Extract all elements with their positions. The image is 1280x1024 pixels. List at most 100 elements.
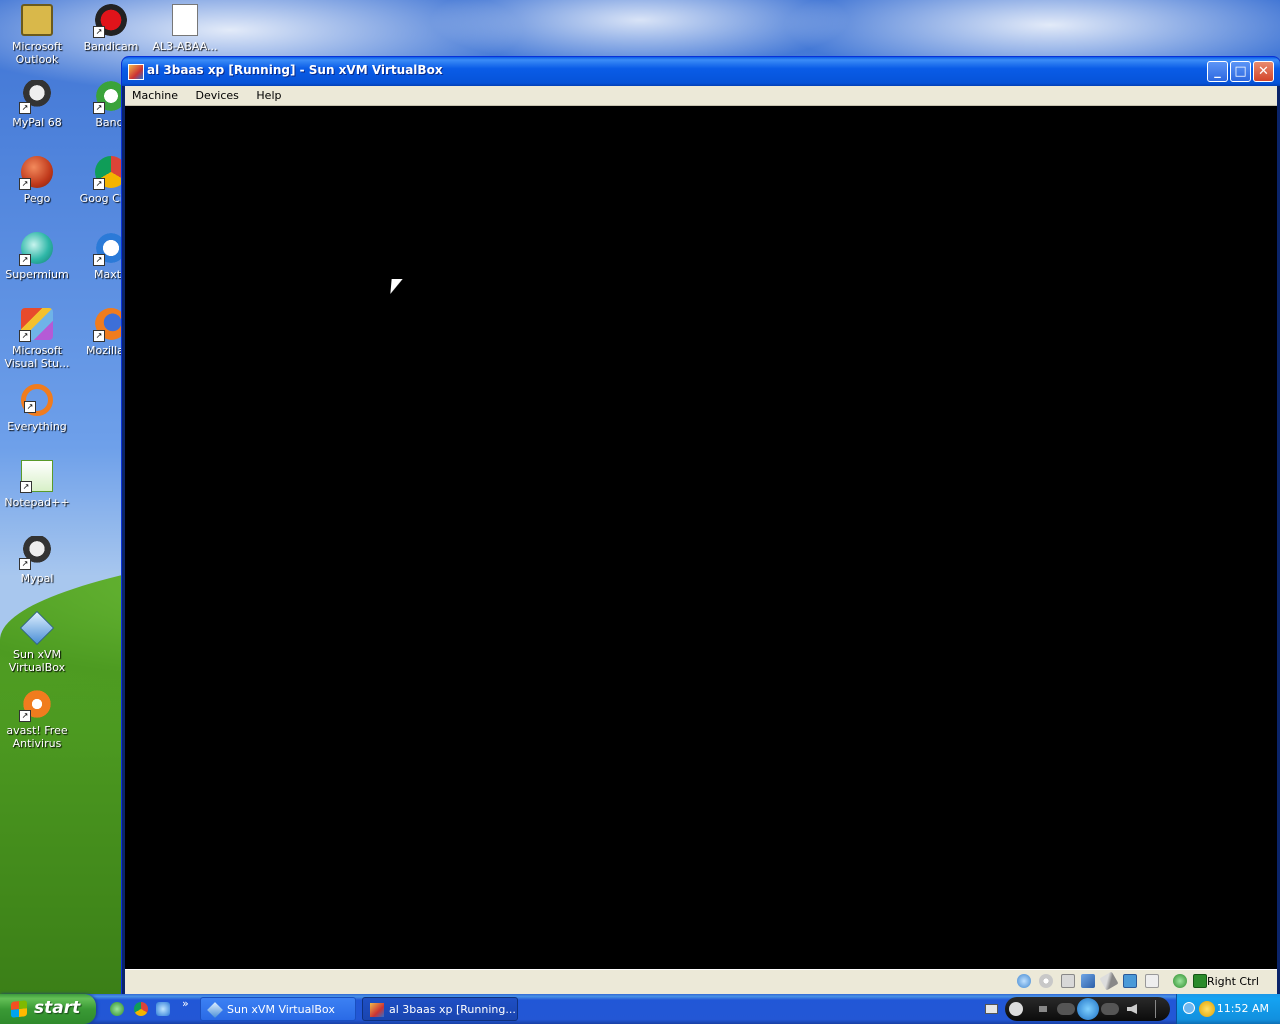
cd-dvd-icon[interactable] [1039, 974, 1053, 988]
host-key-label: Right Ctrl [1206, 975, 1259, 988]
status-bar: Right Ctrl [125, 969, 1277, 994]
desktop-icon-notepadpp[interactable]: ↗ Notepad++ [0, 460, 74, 509]
desktop-icon-mypal[interactable]: ↗ Mypal [0, 536, 74, 585]
minimize-button[interactable]: _ [1207, 61, 1228, 82]
display-icon[interactable] [1145, 974, 1159, 988]
shortcut-arrow-icon: ↗ [93, 102, 105, 114]
show-desktop-icon[interactable] [110, 1002, 124, 1016]
menu-bar: Machine Devices Help [125, 86, 1277, 106]
stop-icon[interactable] [1039, 1006, 1047, 1012]
close-button[interactable]: ✕ [1253, 61, 1274, 82]
virtualbox-vm-icon [128, 64, 144, 80]
media-menu-icon[interactable] [1155, 1000, 1164, 1018]
network-icon[interactable] [1081, 974, 1095, 988]
outlook-icon [21, 4, 53, 36]
shortcut-arrow-icon: ↗ [19, 102, 31, 114]
desktop-icon-label: MyPal 68 [12, 116, 62, 129]
previous-icon[interactable] [1057, 1003, 1075, 1015]
shortcut-arrow-icon: ↗ [19, 254, 31, 266]
desktop-icon-label: Bandicam [83, 40, 139, 53]
desktop-icon-label: Pego [23, 192, 51, 205]
shortcut-arrow-icon: ↗ [93, 330, 105, 342]
window-title: al 3baas xp [Running] - Sun xVM VirtualB… [147, 63, 443, 77]
usb-icon[interactable] [1099, 971, 1119, 991]
desktop-icon-supermium[interactable]: ↗ Supermium [0, 232, 74, 281]
avast-icon: ↗ [19, 688, 53, 722]
desktop-icon-label: Sun xVM VirtualBox [8, 648, 66, 674]
system-tray: 11:52 AM [1176, 994, 1280, 1024]
keyboard-language-icon[interactable] [985, 1004, 998, 1014]
desktop-icon-bandicam[interactable]: ↗ Bandicam [74, 4, 148, 53]
start-label: start [34, 998, 81, 1018]
media-player-toolbar [1005, 997, 1170, 1021]
shortcut-arrow-icon: ↗ [93, 254, 105, 266]
tray-app-icon[interactable] [1199, 1001, 1215, 1017]
desktop-icon-outlook[interactable]: Microsoft Outlook [0, 4, 74, 66]
tray-expand-icon[interactable] [1183, 1002, 1195, 1014]
mypal-icon: ↗ [19, 536, 53, 570]
windows-logo-icon [11, 1000, 27, 1018]
floppy-icon[interactable] [1061, 974, 1075, 988]
vm-running-icon [370, 1003, 384, 1017]
mouse-cursor-icon [390, 279, 403, 294]
task-label: al 3baas xp [Running... [389, 1003, 516, 1016]
shortcut-arrow-icon: ↗ [19, 710, 31, 722]
window-titlebar[interactable]: al 3baas xp [Running] - Sun xVM VirtualB… [122, 57, 1280, 86]
desktop-icon-avast[interactable]: ↗ avast! Free Antivirus [0, 688, 74, 750]
shortcut-arrow-icon: ↗ [20, 481, 32, 493]
chrome-quicklaunch-icon[interactable] [134, 1002, 148, 1016]
desktop-icon-label: Mypal [20, 572, 54, 585]
menu-machine[interactable]: Machine [125, 86, 185, 102]
taskbar: start » Sun xVM VirtualBox al 3baas xp [… [0, 994, 1280, 1024]
quicklaunch-overflow-chevron[interactable]: » [182, 997, 189, 1010]
clock[interactable]: 11:52 AM [1217, 1002, 1269, 1015]
mouse-integration-icon[interactable] [1173, 974, 1187, 988]
vm-display[interactable] [125, 106, 1277, 969]
media-restore-icon[interactable] [1009, 1002, 1023, 1016]
desktop-icon-label: Microsoft Outlook [11, 40, 63, 66]
desktop-icon-visual-studio[interactable]: ↗ Microsoft Visual Stu... [0, 308, 74, 370]
maximize-button[interactable]: □ [1230, 61, 1251, 82]
virtualbox-icon [20, 611, 54, 645]
desktop-icon-label: Notepad++ [4, 496, 70, 509]
desktop-icon-virtualbox[interactable]: Sun xVM VirtualBox [0, 611, 74, 674]
ie-quicklaunch-icon[interactable] [156, 1002, 170, 1016]
desktop-icon-label: Supermium [5, 268, 69, 281]
desktop-icon-label: Everything [7, 420, 67, 433]
hard-disk-icon[interactable] [1017, 974, 1031, 988]
volume-icon[interactable] [1127, 1004, 1137, 1014]
menu-devices[interactable]: Devices [189, 86, 246, 102]
everything-icon: ↗ [21, 384, 53, 416]
shortcut-arrow-icon: ↗ [24, 401, 36, 413]
desktop-icon-mypal68[interactable]: ↗ MyPal 68 [0, 80, 74, 129]
menu-help[interactable]: Help [249, 86, 288, 102]
task-button-virtualbox[interactable]: Sun xVM VirtualBox [200, 997, 356, 1021]
desktop-icon-label: Microsoft Visual Stu... [4, 344, 70, 370]
task-button-vm[interactable]: al 3baas xp [Running... [362, 997, 518, 1021]
shortcut-arrow-icon: ↗ [93, 26, 105, 38]
next-icon[interactable] [1101, 1003, 1119, 1015]
desktop-icon-everything[interactable]: ↗ Everything [0, 384, 74, 433]
desktop-icon-label: avast! Free Antivirus [6, 724, 68, 750]
virtualbox-window: al 3baas xp [Running] - Sun xVM VirtualB… [121, 56, 1280, 996]
pego-icon: ↗ [19, 156, 53, 190]
shortcut-arrow-icon: ↗ [19, 558, 31, 570]
document-icon [172, 4, 198, 36]
start-button[interactable]: start [0, 994, 96, 1024]
supermium-icon: ↗ [19, 232, 53, 266]
mypal68-icon: ↗ [19, 80, 53, 114]
shortcut-arrow-icon: ↗ [19, 178, 31, 190]
shortcut-arrow-icon: ↗ [93, 178, 105, 190]
visual-studio-icon: ↗ [19, 308, 53, 342]
desktop-icon-label: AL3-ABAA... [152, 40, 218, 53]
play-icon[interactable] [1077, 998, 1099, 1020]
bandicam-icon: ↗ [93, 4, 127, 38]
shared-folders-icon[interactable] [1123, 974, 1137, 988]
desktop-icon-pego[interactable]: ↗ Pego [0, 156, 74, 205]
shortcut-arrow-icon: ↗ [19, 330, 31, 342]
host-key-icon [1193, 974, 1207, 988]
desktop-icon-document[interactable]: AL3-ABAA... [148, 4, 222, 53]
virtualbox-icon [207, 1002, 223, 1018]
task-label: Sun xVM VirtualBox [227, 1003, 335, 1016]
notepadpp-icon: ↗ [20, 460, 53, 493]
